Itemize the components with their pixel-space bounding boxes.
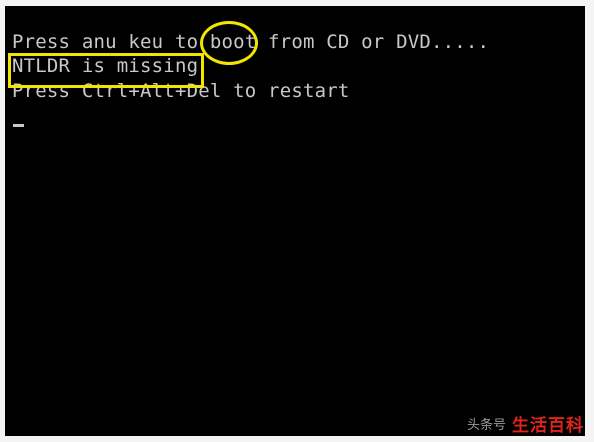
screenshot-frame: Press anu keu to boot from CD or DVD....… (0, 0, 594, 442)
error-highlight-box (8, 53, 204, 88)
text-cursor (13, 124, 24, 127)
boot-screen: Press anu keu to boot from CD or DVD....… (5, 6, 585, 436)
watermark: 头条号 生活百科 (466, 412, 584, 436)
watermark-source: 头条号 (466, 417, 506, 433)
boot-word-highlight-circle (200, 21, 258, 65)
watermark-brand: 生活百科 (512, 415, 584, 436)
